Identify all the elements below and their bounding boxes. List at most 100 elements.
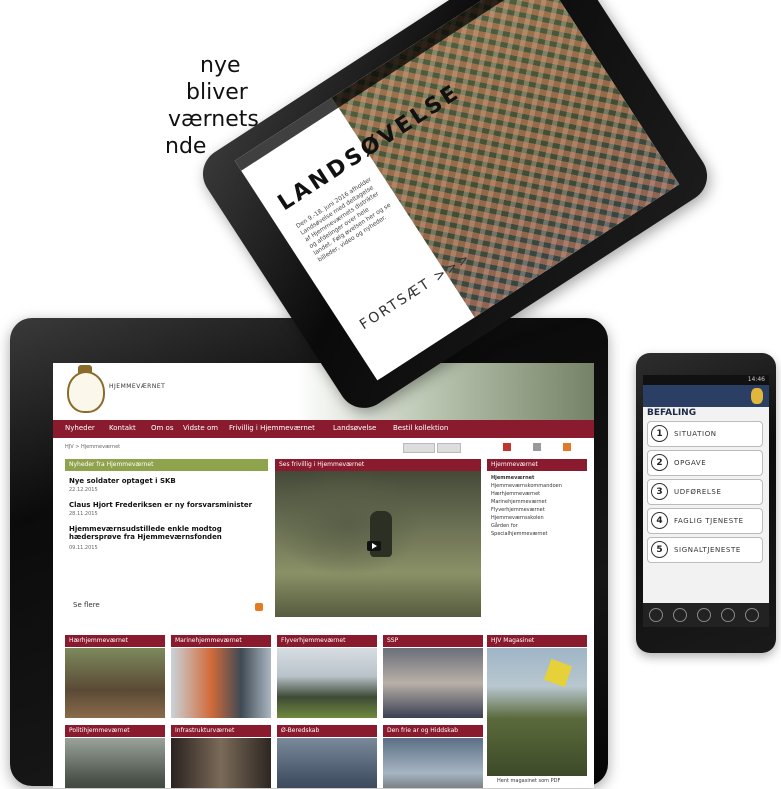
tablet-screen: LANDSØVELSE Den 9.-18. juni 2016 afholde… bbox=[234, 0, 680, 381]
clock: 14:46 bbox=[747, 376, 765, 383]
tile[interactable]: Ø-Beredskab bbox=[277, 725, 377, 788]
hjemmevaernet-logo-icon[interactable] bbox=[67, 365, 105, 413]
news-title-2[interactable]: Claus Hjort Frederiksen er ny forsvarsmi… bbox=[69, 501, 252, 509]
news-header: Nyheder fra Hjemmeværnet bbox=[65, 459, 268, 471]
nav-item-1[interactable]: Nyheder bbox=[65, 424, 95, 432]
item-number: 4 bbox=[651, 512, 668, 529]
tile[interactable]: Infrastrukturværnet bbox=[171, 725, 271, 788]
magazine-pdf-link[interactable]: Hent magasinet som PDF bbox=[497, 778, 560, 784]
side-link[interactable]: Gården for bbox=[491, 523, 518, 529]
list-icon[interactable] bbox=[697, 608, 711, 622]
news-title-3[interactable]: Hjemmeværnsudstillede enkle modtog hæder… bbox=[69, 525, 265, 541]
ipad-device: HJEMMEVÆRNET Nyheder Kontakt Om os Vidst… bbox=[10, 318, 608, 788]
app-header bbox=[643, 385, 769, 407]
share-icon[interactable] bbox=[503, 443, 511, 451]
item-number: 2 bbox=[651, 454, 668, 471]
rss-icon[interactable] bbox=[255, 603, 263, 611]
page-toolbar bbox=[403, 443, 583, 453]
play-icon[interactable] bbox=[367, 541, 381, 551]
item-label: OPGAVE bbox=[674, 459, 707, 467]
breadcrumb[interactable]: HJV > Hjemmeværnet bbox=[65, 444, 120, 450]
magazine-cover[interactable] bbox=[487, 648, 587, 776]
magazine-panel: HJV Magasinet Hent magasinet som PDF bbox=[487, 635, 587, 785]
befaling-heading: BEFALING bbox=[647, 408, 697, 418]
nav-item-3[interactable]: Om os bbox=[151, 424, 173, 432]
phone-device: 14:46 BEFALING 1 SITUATION 2 OPGAVE 3 UD… bbox=[636, 353, 776, 653]
video-panel: Ses frivillig i Hjemmeværnet bbox=[275, 459, 481, 619]
side-links-panel: Hjemmeværnet Hjemmeværnet Hjemmeværnskom… bbox=[487, 459, 587, 629]
tile-header: Ø-Beredskab bbox=[277, 725, 377, 737]
side-link[interactable]: Flyverhjemmeværnet bbox=[491, 507, 545, 513]
tile[interactable]: Hærhjemmeværnet bbox=[65, 635, 165, 720]
side-link[interactable]: Hjemmeværnsskolen bbox=[491, 515, 544, 521]
tile-header: Hærhjemmeværnet bbox=[65, 635, 165, 647]
video-thumbnail[interactable] bbox=[275, 471, 481, 617]
info-icon[interactable] bbox=[673, 608, 687, 622]
see-more-link[interactable]: Se flere bbox=[73, 601, 100, 609]
phone-status-bar: 14:46 bbox=[643, 375, 769, 385]
phone-screen: 14:46 BEFALING 1 SITUATION 2 OPGAVE 3 UD… bbox=[643, 375, 769, 627]
tile-image bbox=[65, 738, 165, 788]
intro-line-3: værnets bbox=[168, 107, 259, 132]
emblem-icon bbox=[751, 388, 763, 404]
news-date-2: 28.11.2015 bbox=[69, 511, 98, 517]
menu-item-signaltjeneste[interactable]: 5 SIGNALTJENESTE bbox=[647, 537, 763, 563]
nav-item-2[interactable]: Kontakt bbox=[109, 424, 136, 432]
bottom-nav bbox=[643, 603, 769, 627]
news-date-3: 09.11.2015 bbox=[69, 545, 98, 551]
site-name: HJEMMEVÆRNET bbox=[109, 383, 166, 390]
menu-icon[interactable] bbox=[745, 608, 759, 622]
continue-button[interactable]: FORTSÆT >>> bbox=[357, 249, 474, 333]
tile-image bbox=[171, 738, 271, 788]
tile-header: SSP bbox=[383, 635, 483, 647]
main-nav: Nyheder Kontakt Om os Vidste om Frivilli… bbox=[53, 420, 594, 438]
menu-item-udforelse[interactable]: 3 UDFØRELSE bbox=[647, 479, 763, 505]
tile[interactable]: Flyverhjemmeværnet bbox=[277, 635, 377, 720]
menu-item-opgave[interactable]: 2 OPGAVE bbox=[647, 450, 763, 476]
tile[interactable]: SSP bbox=[383, 635, 483, 720]
side-link[interactable]: Hærhjemmeværnet bbox=[491, 491, 540, 497]
tile-header: Den frie ar og Hiddskab bbox=[383, 725, 483, 737]
item-label: SIGNALTJENESTE bbox=[674, 546, 741, 554]
tile[interactable]: Marinehjemmeværnet bbox=[171, 635, 271, 720]
tile-image bbox=[65, 648, 165, 718]
item-label: SITUATION bbox=[674, 430, 717, 438]
tile-header: Politihjemmeværnet bbox=[65, 725, 165, 737]
menu-item-faglig-tjeneste[interactable]: 4 FAGLIG TJENESTE bbox=[647, 508, 763, 534]
aerial-photo bbox=[331, 0, 680, 318]
side-link[interactable]: Hjemmeværnskommandoen bbox=[491, 483, 562, 489]
intro-line-1: nye bbox=[200, 53, 241, 78]
tile-image bbox=[277, 738, 377, 788]
toolbar-button[interactable] bbox=[437, 443, 461, 453]
nav-item-4[interactable]: Vidste om bbox=[183, 424, 218, 432]
tile-image bbox=[171, 648, 271, 718]
home-icon[interactable] bbox=[649, 608, 663, 622]
news-date-1: 22.12.2015 bbox=[69, 487, 98, 493]
toolbar-button[interactable] bbox=[403, 443, 435, 453]
tile[interactable]: Politihjemmeværnet bbox=[65, 725, 165, 788]
side-link[interactable]: Marinehjemmeværnet bbox=[491, 499, 547, 505]
print-icon[interactable] bbox=[533, 443, 541, 451]
tile-image bbox=[383, 648, 483, 718]
item-number: 3 bbox=[651, 483, 668, 500]
target-icon[interactable] bbox=[721, 608, 735, 622]
side-link[interactable]: Specialhjemmeværnet bbox=[491, 531, 548, 537]
nav-item-7[interactable]: Bestil kollektion bbox=[393, 424, 448, 432]
side-link[interactable]: Hjemmeværnet bbox=[491, 475, 534, 481]
nav-item-6[interactable]: Landsøvelse bbox=[333, 424, 376, 432]
news-title-1[interactable]: Nye soldater optaget i SKB bbox=[69, 477, 176, 485]
tile-image bbox=[383, 738, 483, 788]
site-header: HJEMMEVÆRNET bbox=[53, 363, 594, 420]
tile-image bbox=[277, 648, 377, 718]
video-header: Ses frivillig i Hjemmeværnet bbox=[275, 459, 481, 471]
nav-item-5[interactable]: Frivillig i Hjemmeværnet bbox=[229, 424, 315, 432]
tile-header: Flyverhjemmeværnet bbox=[277, 635, 377, 647]
tile-header: Infrastrukturværnet bbox=[171, 725, 271, 737]
intro-line-2: bliver bbox=[186, 80, 248, 105]
badge-icon bbox=[543, 658, 573, 688]
rss-icon[interactable] bbox=[563, 443, 571, 451]
tile[interactable]: Den frie ar og Hiddskab bbox=[383, 725, 483, 788]
menu-item-situation[interactable]: 1 SITUATION bbox=[647, 421, 763, 447]
item-number: 5 bbox=[651, 541, 668, 558]
side-header: Hjemmeværnet bbox=[487, 459, 587, 471]
